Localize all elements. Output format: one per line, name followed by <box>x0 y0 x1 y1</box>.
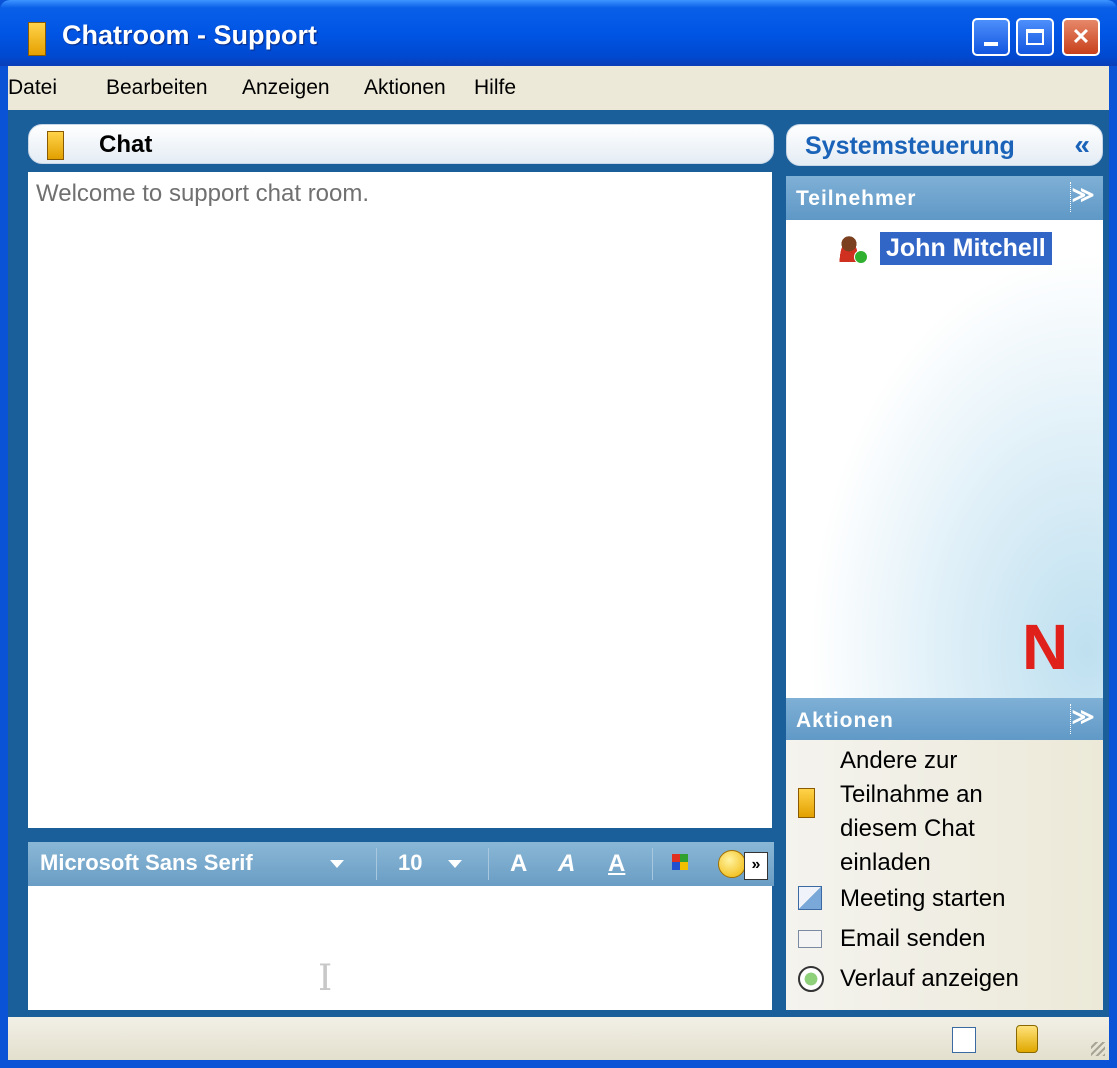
chat-title: Chat <box>99 131 153 158</box>
chat-header: Chat <box>28 124 774 164</box>
text-cursor-icon: I <box>318 958 333 999</box>
online-status-icon <box>854 250 868 264</box>
control-panel-header: Systemsteuerung « <box>786 124 1103 166</box>
title-bar[interactable]: Chatroom - Support ✕ <box>0 0 1117 66</box>
client-area: Chat Welcome to support chat room. Micro… <box>8 110 1109 1017</box>
format-toolbar: Microsoft Sans Serif 10 A A A » <box>28 842 774 886</box>
invite-action-line: diesem Chat <box>840 815 975 842</box>
emoticon-icon[interactable] <box>718 850 746 878</box>
meeting-icon <box>798 886 822 910</box>
toolbar-divider <box>488 848 489 880</box>
novell-logo: N <box>1022 611 1069 683</box>
resize-grip[interactable] <box>1091 1042 1105 1056</box>
font-size-select[interactable]: 10 <box>398 850 422 876</box>
chat-log[interactable]: Welcome to support chat room. <box>28 172 772 828</box>
invite-action-line: einladen <box>840 849 931 876</box>
actions-section-header: Aktionen ≫ <box>786 698 1103 742</box>
menu-anzeigen[interactable]: Anzeigen <box>242 76 330 100</box>
minimize-button[interactable] <box>972 18 1010 56</box>
chevron-down-icon[interactable] <box>448 860 462 868</box>
history-action-label: Verlauf anzeigen <box>840 965 1019 992</box>
chat-room-icon <box>47 131 64 160</box>
app-window: Chatroom - Support ✕ Datei Bearbeiten An… <box>0 0 1117 1068</box>
menu-datei[interactable]: Datei <box>8 76 57 100</box>
maximize-icon <box>1026 29 1044 45</box>
toolbar-divider <box>652 848 653 880</box>
actions-title: Aktionen <box>796 709 894 732</box>
meeting-action-label: Meeting starten <box>840 885 1006 912</box>
chat-room-icon <box>28 22 46 56</box>
more-options-button[interactable]: » <box>744 852 768 880</box>
status-bar <box>8 1017 1109 1060</box>
italic-button[interactable]: A <box>558 850 575 878</box>
participants-section-header: Teilnehmer ≫ <box>786 176 1103 220</box>
color-swatch <box>672 862 680 870</box>
close-button[interactable]: ✕ <box>1062 18 1100 56</box>
bold-button[interactable]: A <box>510 850 527 878</box>
minimize-icon <box>984 42 998 46</box>
email-icon <box>798 930 822 948</box>
collapse-panel-button[interactable]: « <box>1074 129 1090 161</box>
font-name-select[interactable]: Microsoft Sans Serif <box>40 850 253 876</box>
control-panel-title: Systemsteuerung <box>805 132 1015 160</box>
color-picker-icon[interactable] <box>672 854 688 870</box>
menu-bearbeiten[interactable]: Bearbeiten <box>106 76 208 100</box>
close-icon: ✕ <box>1071 24 1091 49</box>
color-swatch <box>672 854 680 862</box>
chat-input[interactable]: I <box>28 886 772 1010</box>
window-title: Chatroom - Support <box>62 20 317 50</box>
chevron-down-icon[interactable] <box>330 860 344 868</box>
underline-button[interactable]: A <box>608 850 625 878</box>
document-icon[interactable] <box>952 1027 976 1053</box>
invite-action-line: Andere zur <box>840 747 958 774</box>
color-swatch <box>680 862 688 870</box>
actions-list: Andere zur Teilnahme an diesem Chat einl… <box>786 740 1103 1010</box>
menu-bar: Datei Bearbeiten Anzeigen Aktionen Hilfe <box>8 66 1109 110</box>
menu-aktionen[interactable]: Aktionen <box>364 76 446 100</box>
participant-name[interactable]: John Mitchell <box>880 232 1052 265</box>
email-action-label: Email senden <box>840 925 986 952</box>
toolbar-divider <box>376 848 377 880</box>
chat-room-icon <box>798 788 815 818</box>
color-swatch <box>680 854 688 862</box>
participants-toggle-button[interactable]: ≫ <box>1070 182 1095 212</box>
participants-title: Teilnehmer <box>796 187 917 210</box>
chat-message: Welcome to support chat room. <box>36 180 370 207</box>
invite-action-line: Teilnahme an <box>840 781 983 808</box>
lock-icon[interactable] <box>1016 1025 1038 1053</box>
menu-hilfe[interactable]: Hilfe <box>474 76 516 100</box>
maximize-button[interactable] <box>1016 18 1054 56</box>
actions-toggle-button[interactable]: ≫ <box>1070 704 1095 734</box>
participants-list: John Mitchell N <box>786 220 1103 698</box>
history-icon <box>798 966 824 992</box>
